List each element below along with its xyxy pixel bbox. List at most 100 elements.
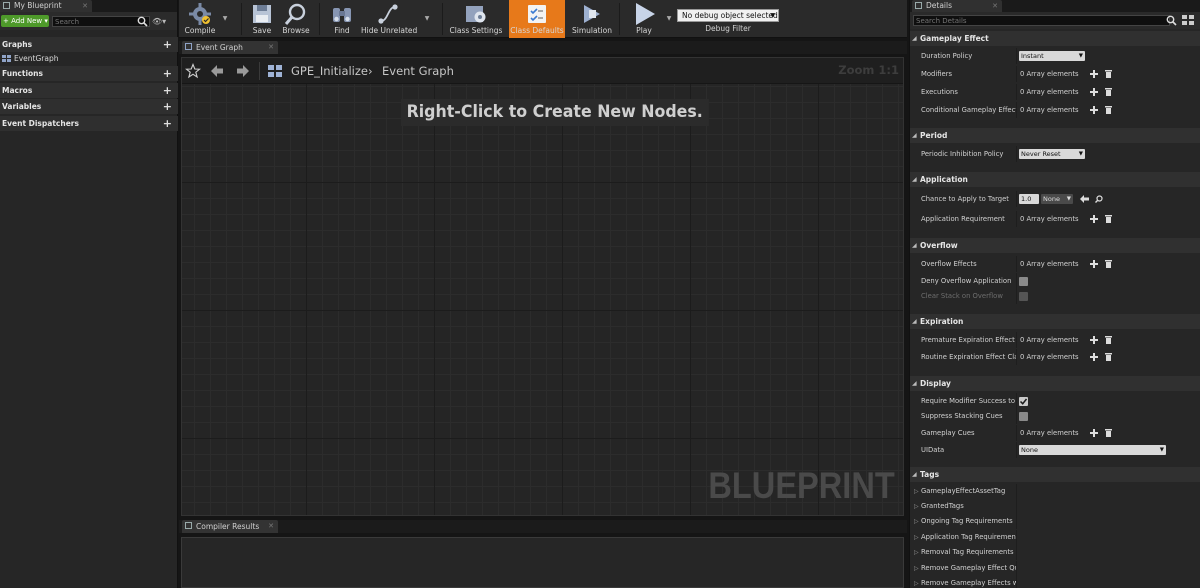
class-settings-button[interactable]: Class Settings <box>447 0 505 38</box>
tab-compiler-results[interactable]: Compiler Results ✕ <box>182 520 278 533</box>
find-button[interactable]: Find <box>325 0 359 38</box>
tag-row[interactable]: ▷ GameplayEffectAssetTag <box>910 484 1200 499</box>
add-element-plus-icon[interactable] <box>1090 70 1098 78</box>
breadcrumb-blueprint[interactable]: GPE_Initialize <box>291 64 368 78</box>
tag-row[interactable]: ▷ Ongoing Tag Requirements <box>910 514 1200 529</box>
tag-row[interactable]: ▷ Remove Gameplay Effect Query <box>910 561 1200 576</box>
play-options-dropdown[interactable]: ▼ <box>665 15 673 23</box>
forward-arrow-icon[interactable] <box>236 64 250 78</box>
star-icon[interactable] <box>185 63 201 79</box>
gameplay-cues-label: Gameplay Cues <box>921 429 975 437</box>
suppress-stacking-checkbox[interactable] <box>1019 412 1028 421</box>
section-overflow[interactable]: ◢ Overflow <box>910 238 1200 253</box>
trash-icon[interactable] <box>1105 260 1112 268</box>
graph-tabstrip: Event Graph ✕ <box>179 41 907 54</box>
trash-icon[interactable] <box>1105 70 1112 78</box>
compile-options-dropdown[interactable]: ▼ <box>221 15 229 23</box>
expand-triangle-icon[interactable]: ▷ <box>914 530 919 545</box>
debug-object-select[interactable]: No debug object selected ▼ <box>677 9 779 22</box>
uidata-select[interactable]: None ▼ <box>1019 445 1166 455</box>
breadcrumb-chevron-icon: › <box>368 64 373 78</box>
close-icon[interactable]: ✕ <box>268 520 274 533</box>
deny-overflow-checkbox[interactable] <box>1019 277 1028 286</box>
view-options-eye-icon[interactable]: 👁▾ <box>152 17 170 26</box>
tag-row[interactable]: ▷ Removal Tag Requirements <box>910 545 1200 560</box>
compile-button[interactable]: Compile <box>181 0 219 38</box>
trash-icon[interactable] <box>1105 353 1112 361</box>
add-graph-plus-icon[interactable]: + <box>163 37 172 52</box>
hide-unrelated-dropdown[interactable]: ▼ <box>423 15 431 23</box>
section-gameplay-effect[interactable]: ◢ Gameplay Effect <box>910 31 1200 46</box>
add-element-plus-icon[interactable] <box>1090 215 1098 223</box>
tag-row[interactable]: ▷ Application Tag Requirements <box>910 530 1200 545</box>
tab-details[interactable]: Details ✕ <box>912 0 1002 12</box>
browse-button[interactable]: Browse <box>279 0 313 38</box>
add-variable-plus-icon[interactable]: + <box>163 99 172 114</box>
chance-curve-select[interactable]: None ▼ <box>1041 194 1073 204</box>
expand-triangle-icon[interactable]: ▷ <box>914 561 919 576</box>
search-icon[interactable] <box>1166 15 1177 26</box>
collapse-triangle-icon: ◢ <box>912 380 917 387</box>
category-functions[interactable]: Functions + <box>0 66 178 81</box>
chance-value-input[interactable]: 1.0 <box>1019 194 1039 204</box>
save-button[interactable]: Save <box>245 0 279 38</box>
section-period[interactable]: ◢ Period <box>910 128 1200 143</box>
use-selected-arrow-icon[interactable] <box>1080 195 1089 203</box>
details-search-input[interactable] <box>913 15 1170 26</box>
browse-search-icon[interactable] <box>1095 195 1103 203</box>
event-graph-canvas[interactable]: GPE_Initialize › Event Graph Zoom 1:1 Ri… <box>181 57 904 516</box>
back-arrow-icon[interactable] <box>210 64 224 78</box>
section-tags[interactable]: ◢ Tags <box>910 467 1200 482</box>
section-application[interactable]: ◢ Application <box>910 172 1200 187</box>
simulation-button[interactable]: Simulation <box>569 0 615 38</box>
trash-icon[interactable] <box>1105 336 1112 344</box>
expand-triangle-icon[interactable]: ▷ <box>914 484 919 499</box>
section-display[interactable]: ◢ Display <box>910 376 1200 391</box>
add-element-plus-icon[interactable] <box>1090 260 1098 268</box>
add-new-button[interactable]: + Add New ▾ <box>1 15 49 27</box>
add-element-plus-icon[interactable] <box>1090 106 1098 114</box>
category-event-dispatchers[interactable]: Event Dispatchers + <box>0 116 178 131</box>
search-input[interactable] <box>52 16 150 27</box>
add-macro-plus-icon[interactable]: + <box>163 83 172 98</box>
add-element-plus-icon[interactable] <box>1090 336 1098 344</box>
add-element-plus-icon[interactable] <box>1090 353 1098 361</box>
tag-row[interactable]: ▷ Remove Gameplay Effects with Tags <box>910 576 1200 588</box>
close-icon[interactable]: ✕ <box>82 0 88 12</box>
trash-icon[interactable] <box>1105 88 1112 96</box>
hide-unrelated-button[interactable]: Hide Unrelated <box>361 0 417 38</box>
tab-event-graph[interactable]: Event Graph ✕ <box>182 41 278 54</box>
periodic-policy-select[interactable]: Never Reset ▼ <box>1019 149 1085 159</box>
breadcrumb-graph[interactable]: Event Graph <box>382 64 454 78</box>
tag-row[interactable]: ▷ GrantedTags <box>910 499 1200 514</box>
add-element-plus-icon[interactable] <box>1090 88 1098 96</box>
add-event-dispatcher-plus-icon[interactable]: + <box>163 116 172 131</box>
category-graphs[interactable]: Graphs + <box>0 37 178 52</box>
expand-triangle-icon[interactable]: ▷ <box>914 514 919 529</box>
expand-triangle-icon[interactable]: ▷ <box>914 499 919 514</box>
add-element-plus-icon[interactable] <box>1090 429 1098 437</box>
category-macros[interactable]: Macros + <box>0 83 178 98</box>
class-defaults-button[interactable]: Class Defaults <box>509 0 565 38</box>
add-function-plus-icon[interactable]: + <box>163 66 172 81</box>
close-icon[interactable]: ✕ <box>992 0 998 12</box>
compile-gear-icon <box>189 3 211 25</box>
event-graph-tab-icon <box>185 43 192 50</box>
require-modifier-checkbox[interactable] <box>1019 397 1028 406</box>
expand-triangle-icon[interactable]: ▷ <box>914 545 919 560</box>
trash-icon[interactable] <box>1105 106 1112 114</box>
gameplay-cues-array-count: 0 Array elements <box>1020 429 1079 437</box>
section-expiration[interactable]: ◢ Expiration <box>910 314 1200 329</box>
play-button[interactable]: Play <box>624 0 664 38</box>
close-icon[interactable]: ✕ <box>268 41 274 54</box>
search-icon[interactable] <box>137 16 148 27</box>
graph-item-eventgraph[interactable]: EventGraph <box>0 52 178 65</box>
tab-my-blueprint[interactable]: My Blueprint ✕ <box>0 0 92 12</box>
expand-triangle-icon[interactable]: ▷ <box>914 576 919 588</box>
trash-icon[interactable] <box>1105 215 1112 223</box>
view-grid-icon[interactable] <box>1182 15 1194 26</box>
column-divider <box>1016 332 1017 348</box>
category-variables[interactable]: Variables + <box>0 99 178 114</box>
duration-policy-select[interactable]: Instant ▼ <box>1019 51 1085 61</box>
trash-icon[interactable] <box>1105 429 1112 437</box>
